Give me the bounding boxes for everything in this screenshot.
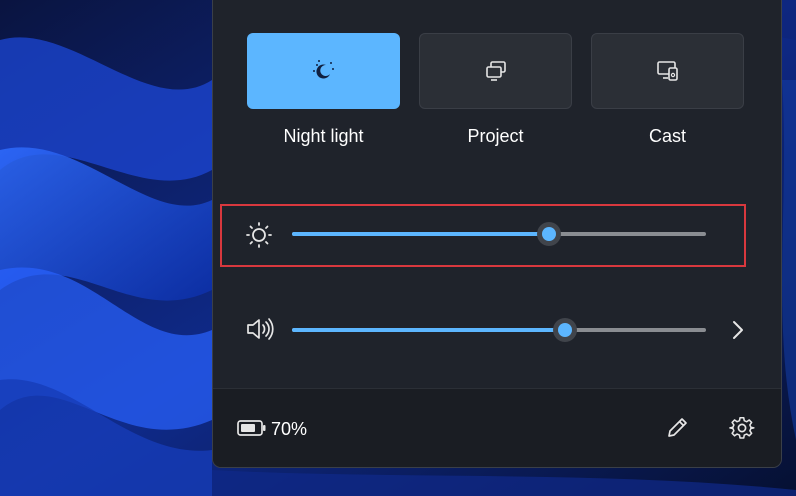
brightness-slider[interactable] (292, 222, 706, 246)
quick-settings-panel: Night light Project Cast 70% (212, 0, 782, 468)
chevron-right-icon[interactable] (731, 319, 745, 341)
speaker-icon[interactable] (245, 316, 275, 342)
cast-icon (656, 61, 678, 81)
project-toggle[interactable] (419, 33, 572, 109)
night-light-toggle[interactable] (247, 33, 400, 109)
battery-icon[interactable] (237, 419, 267, 437)
night-light-icon (312, 60, 334, 79)
night-light-label: Night light (283, 126, 364, 146)
brightness-icon (246, 222, 272, 248)
project-icon (485, 61, 506, 81)
pencil-icon[interactable] (664, 415, 690, 441)
project-label: Project (467, 126, 524, 146)
battery-percentage: 70% (271, 419, 308, 439)
volume-slider[interactable] (292, 318, 706, 342)
cast-label: Cast (648, 126, 686, 146)
brightness-slider-thumb[interactable] (536, 222, 561, 246)
cast-toggle[interactable] (591, 33, 744, 109)
gear-icon[interactable] (729, 415, 755, 441)
volume-slider-thumb[interactable] (553, 318, 578, 342)
volume-slider-fill (292, 328, 566, 332)
brightness-slider-fill (292, 232, 549, 236)
panel-footer: 70% (213, 388, 781, 467)
